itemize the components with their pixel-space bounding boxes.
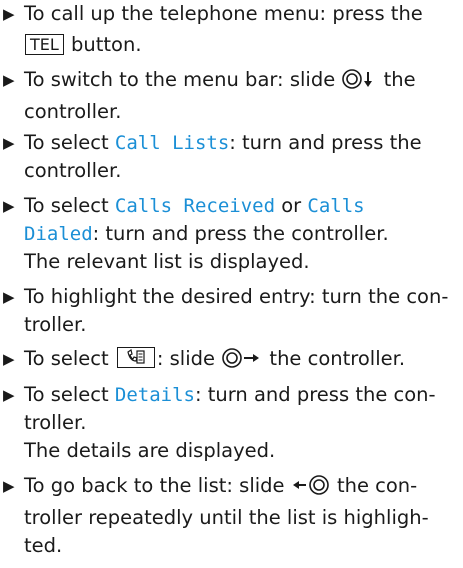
- result-text: The details are displayed.: [24, 439, 276, 462]
- list-item: ▶ To switch to the menu bar: slide the c…: [0, 66, 416, 126]
- step-text: ted.: [24, 534, 63, 557]
- list-item: ▶ To call up the telephone menu: press t…: [0, 0, 423, 59]
- step-text: To select: [24, 347, 109, 370]
- bullet-arrow-icon: ▶: [3, 386, 15, 404]
- step-text: To select: [24, 383, 109, 406]
- bullet-arrow-icon: ▶: [3, 477, 15, 495]
- step-text: controller.: [24, 100, 122, 123]
- step-text: troller repeatedly until the list is hig…: [24, 506, 429, 529]
- step-text: : slide: [156, 347, 216, 370]
- step-text: To highlight the desired entry: turn the…: [24, 285, 449, 308]
- step-text: To call up the telephone menu: press the: [24, 2, 423, 25]
- bullet-arrow-icon: ▶: [3, 288, 15, 306]
- controller-icon: [221, 347, 263, 377]
- result-text: The relevant list is displayed.: [24, 250, 310, 273]
- bullet-arrow-icon: ▶: [3, 197, 15, 215]
- step-text: To select: [24, 194, 109, 217]
- list-item: ▶ To select : slide the controller.: [0, 345, 405, 377]
- list-item: ▶ To select Calls Received or Calls Dial…: [0, 192, 389, 276]
- bullet-arrow-icon: ▶: [3, 71, 15, 89]
- tel-key: TEL: [25, 34, 64, 55]
- step-text: troller.: [24, 411, 87, 434]
- menu-term: Calls: [307, 195, 365, 217]
- step-text: : turn and press the con-: [194, 383, 436, 406]
- step-text: To switch to the menu bar: slide: [24, 68, 336, 91]
- controller-icon: [291, 474, 331, 504]
- list-item: ▶ To select Call Lists: turn and press t…: [0, 129, 422, 185]
- step-text: : turn and press the controller.: [92, 222, 389, 245]
- menu-term: Call Lists: [114, 132, 230, 154]
- list-item: ▶ To go back to the list: slide the con-…: [0, 472, 429, 560]
- step-text: the controller.: [269, 347, 406, 370]
- menu-term: Dialed: [24, 223, 93, 245]
- list-item: ▶ To highlight the desired entry: turn t…: [0, 283, 448, 339]
- bullet-arrow-icon: ▶: [3, 134, 15, 152]
- step-text: To select: [24, 131, 109, 154]
- bullet-arrow-icon: ▶: [3, 350, 15, 368]
- controller-icon: [341, 68, 377, 98]
- bullet-arrow-icon: ▶: [3, 5, 15, 23]
- list-item: ▶ To select Details: turn and press the …: [0, 381, 436, 465]
- step-text: controller.: [24, 159, 122, 182]
- step-text: troller.: [24, 313, 87, 336]
- step-text: button.: [71, 33, 142, 56]
- menu-term: Calls Received: [114, 195, 276, 217]
- phonebook-icon: [116, 347, 155, 368]
- step-text: : turn and press the: [229, 131, 422, 154]
- step-text: To go back to the list: slide: [24, 474, 285, 497]
- menu-term: Details: [114, 384, 195, 406]
- step-text: the con-: [336, 474, 418, 497]
- step-text: or: [281, 194, 302, 217]
- step-text: the: [383, 68, 416, 91]
